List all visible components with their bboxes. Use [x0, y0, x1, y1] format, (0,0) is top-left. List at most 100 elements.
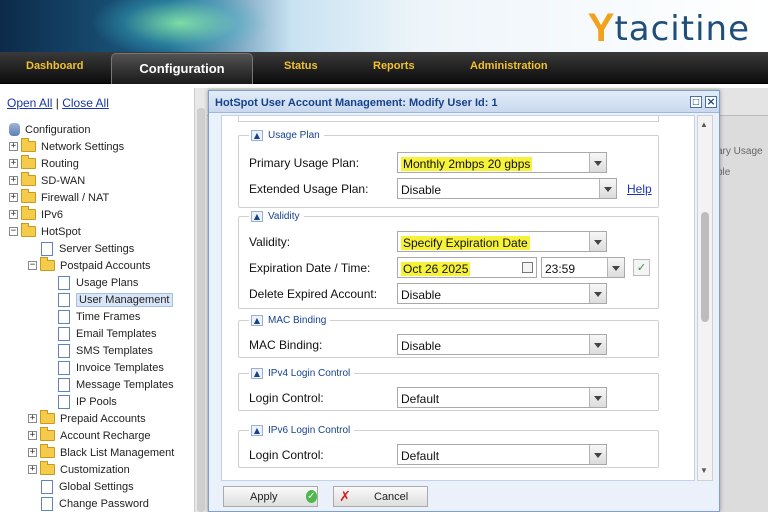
item-label: Global Settings: [59, 480, 134, 493]
dropdown-arrow-icon[interactable]: [589, 153, 606, 172]
expand-icon[interactable]: +: [9, 193, 18, 202]
folder-icon: [21, 155, 36, 169]
nav-status[interactable]: Status: [284, 60, 318, 72]
sidebar-item-sdwan[interactable]: + SD-WAN: [9, 172, 85, 189]
apply-button[interactable]: Apply ✓: [223, 486, 318, 507]
expand-icon[interactable]: +: [28, 448, 37, 457]
collapse-arrow-icon[interactable]: ▲: [251, 130, 263, 141]
collapse-arrow-icon[interactable]: ▲: [251, 211, 263, 222]
item-label: Email Templates: [76, 327, 157, 340]
validity-label: Validity:: [249, 235, 291, 249]
item-label: Change Password: [59, 497, 149, 510]
nav-reports[interactable]: Reports: [373, 60, 415, 72]
ipv6-login-label: Login Control:: [249, 448, 324, 462]
tree-controls: Open All | Close All: [7, 96, 109, 110]
page-icon: [58, 360, 70, 375]
logo-y-mark: Y: [587, 6, 615, 50]
dropdown-arrow-icon[interactable]: [589, 335, 606, 354]
page-icon: [58, 394, 70, 409]
sidebar-item-user-management[interactable]: User Management: [58, 291, 173, 308]
ipv4-login-value: Default: [401, 392, 440, 406]
banner-graphic: [90, 0, 270, 52]
help-link[interactable]: Help: [627, 182, 652, 196]
expand-icon[interactable]: +: [28, 431, 37, 440]
sidebar-item-routing[interactable]: + Routing: [9, 155, 79, 172]
sidebar-item-ipv6[interactable]: + IPv6: [9, 206, 63, 223]
sidebar-item-change-password[interactable]: Change Password: [41, 495, 149, 512]
folder-icon: [21, 138, 36, 152]
collapse-icon[interactable]: −: [9, 227, 18, 236]
folder-icon: [21, 206, 36, 220]
dropdown-arrow-icon[interactable]: [607, 258, 624, 277]
item-label: SD-WAN: [41, 174, 86, 187]
expand-icon[interactable]: +: [9, 142, 18, 151]
ipv4-login-select[interactable]: Default: [397, 387, 607, 408]
collapse-arrow-icon[interactable]: ▲: [251, 425, 263, 436]
nav-configuration[interactable]: Configuration: [111, 53, 253, 84]
extended-usage-plan-select[interactable]: Disable: [397, 178, 617, 199]
nav-dashboard[interactable]: Dashboard: [26, 60, 83, 72]
sidebar-item-prepaid-accounts[interactable]: + Prepaid Accounts: [28, 410, 146, 427]
sidebar-item-email-templates[interactable]: Email Templates: [58, 325, 157, 342]
sidebar-item-message-templates[interactable]: Message Templates: [58, 376, 174, 393]
dialog-scrollbar[interactable]: ▲ ▼: [697, 115, 713, 481]
sidebar-item-firewall[interactable]: + Firewall / NAT: [9, 189, 109, 206]
scrollbar-thumb[interactable]: [701, 212, 709, 322]
ipv6-login-select[interactable]: Default: [397, 444, 607, 465]
dropdown-arrow-icon[interactable]: [589, 232, 606, 251]
sidebar-item-postpaid-accounts[interactable]: − Postpaid Accounts: [28, 257, 151, 274]
scroll-down-icon[interactable]: ▼: [700, 466, 708, 475]
sidebar-item-server-settings[interactable]: Server Settings: [41, 240, 134, 257]
sidebar-item-usage-plans[interactable]: Usage Plans: [58, 274, 138, 291]
dropdown-arrow-icon[interactable]: [599, 179, 616, 198]
primary-usage-plan-select[interactable]: Monthly 2mbps 20 gbps: [397, 152, 607, 173]
cancel-button[interactable]: ✗ Cancel: [333, 486, 428, 507]
collapse-icon[interactable]: −: [28, 261, 37, 270]
folder-icon: [40, 461, 55, 475]
expand-icon[interactable]: +: [9, 210, 18, 219]
expand-icon[interactable]: +: [28, 465, 37, 474]
sidebar-item-account-recharge[interactable]: + Account Recharge: [28, 427, 151, 444]
page-icon: [58, 309, 70, 324]
expiration-time-select[interactable]: 23:59: [541, 257, 625, 278]
sidebar-item-sms-templates[interactable]: SMS Templates: [58, 342, 153, 359]
brand-logo: Ytacitine: [588, 4, 750, 48]
collapse-arrow-icon[interactable]: ▲: [251, 368, 263, 379]
sidebar-item-black-list[interactable]: + Black List Management: [28, 444, 174, 461]
sidebar-item-hotspot[interactable]: − HotSpot: [9, 223, 81, 240]
apply-time-icon[interactable]: ✓: [633, 259, 650, 276]
maximize-icon[interactable]: □: [690, 96, 702, 108]
expand-icon[interactable]: +: [9, 176, 18, 185]
sidebar-item-ip-pools[interactable]: IP Pools: [58, 393, 117, 410]
sidebar-scrollbar[interactable]: [194, 88, 207, 512]
item-label: Postpaid Accounts: [60, 259, 151, 272]
dropdown-arrow-icon[interactable]: [589, 284, 606, 303]
sidebar-item-global-settings[interactable]: Global Settings: [41, 478, 134, 495]
open-all-link[interactable]: Open All: [7, 96, 52, 110]
dropdown-arrow-icon[interactable]: [589, 388, 606, 407]
sidebar-item-invoice-templates[interactable]: Invoice Templates: [58, 359, 164, 376]
validity-legend: ▲ Validity: [249, 211, 304, 222]
scrollbar-thumb[interactable]: [197, 108, 205, 512]
page-icon: [41, 496, 53, 511]
sidebar-item-customization[interactable]: + Customization: [28, 461, 130, 478]
expiration-date-input[interactable]: Oct 26 2025: [397, 257, 537, 278]
dropdown-arrow-icon[interactable]: [589, 445, 606, 464]
nav-administration[interactable]: Administration: [470, 60, 548, 72]
item-label: IP Pools: [76, 395, 117, 408]
expand-icon[interactable]: +: [9, 159, 18, 168]
expand-icon[interactable]: +: [28, 414, 37, 423]
close-icon[interactable]: ×: [705, 96, 717, 108]
collapse-arrow-icon[interactable]: ▲: [251, 315, 263, 326]
sidebar-item-time-frames[interactable]: Time Frames: [58, 308, 140, 325]
close-all-link[interactable]: Close All: [62, 96, 109, 110]
cancel-x-icon: ✗: [339, 488, 351, 505]
scroll-up-icon[interactable]: ▲: [700, 120, 708, 129]
validity-select[interactable]: Specify Expiration Date: [397, 231, 607, 252]
sidebar-item-network-settings[interactable]: + Network Settings: [9, 138, 124, 155]
mac-binding-select[interactable]: Disable: [397, 334, 607, 355]
delete-expired-select[interactable]: Disable: [397, 283, 607, 304]
calendar-icon[interactable]: [522, 262, 533, 273]
tree-root[interactable]: Configuration: [9, 121, 90, 138]
folder-icon: [40, 444, 55, 458]
